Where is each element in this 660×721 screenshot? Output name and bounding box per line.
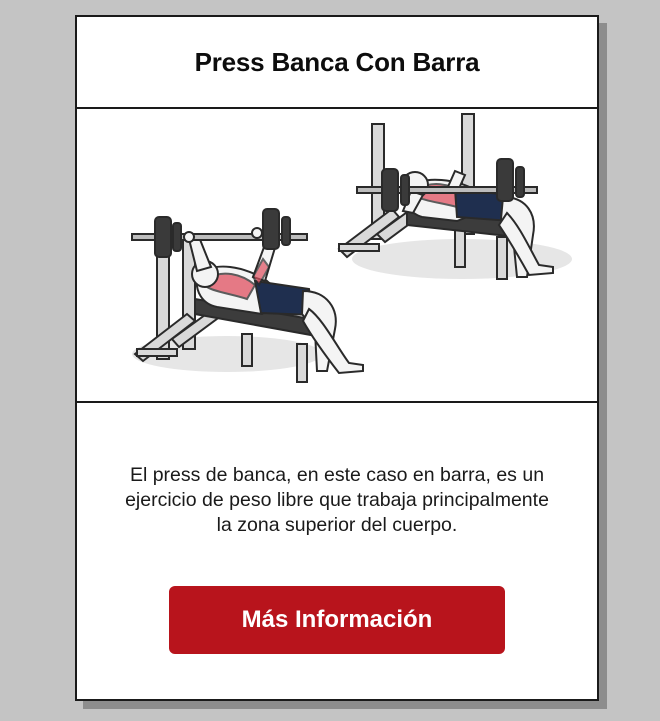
card-header: Press Banca Con Barra (77, 17, 597, 109)
exercise-description: El press de banca, en este caso en barra… (125, 464, 549, 536)
card-body: El press de banca, en este caso en barra… (77, 403, 597, 654)
bench-press-illustration (131, 113, 572, 383)
exercise-image (77, 109, 597, 403)
more-info-button[interactable]: Más Información (169, 586, 505, 654)
card-title: Press Banca Con Barra (194, 46, 480, 77)
exercise-card: Press Banca Con Barra El press de banca,… (75, 15, 599, 701)
